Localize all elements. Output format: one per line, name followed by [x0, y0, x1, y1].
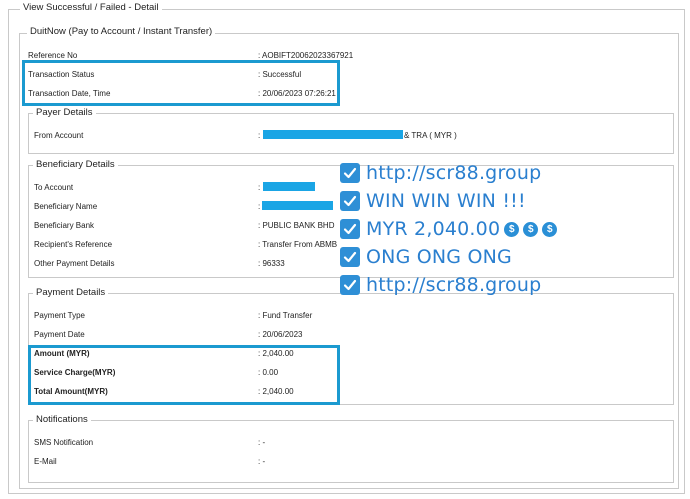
money-bag-icon: $: [504, 221, 520, 237]
check-icon: [340, 275, 360, 295]
payment-type-label: Payment Type: [34, 311, 85, 320]
overlay-text: http://scr88.group: [366, 162, 542, 184]
overlay-line-3: MYR 2,040.00 $ $ $: [340, 217, 558, 241]
from-account-redaction: [263, 130, 403, 139]
sms-notification-label: SMS Notification: [34, 438, 94, 447]
check-icon: [340, 191, 360, 211]
payment-date-value: : 20/06/2023: [258, 330, 303, 339]
overlay-text: ONG ONG ONG: [366, 246, 512, 268]
money-bag-icon: $: [542, 221, 558, 237]
check-icon: [340, 247, 360, 267]
from-account-label: From Account: [34, 131, 84, 140]
other-payment-details-label: Other Payment Details: [34, 259, 115, 268]
notifications-title: Notifications: [33, 414, 91, 426]
payment-date-label: Payment Date: [34, 330, 85, 339]
beneficiary-name-label: Beneficiary Name: [34, 202, 98, 211]
overlay-line-5: http://scr88.group: [340, 273, 541, 297]
sms-notification-value: : -: [258, 438, 266, 447]
duitnow-panel-title: DuitNow (Pay to Account / Instant Transf…: [27, 26, 216, 38]
from-account-prefix: :: [258, 131, 261, 140]
overlay-line-4: ONG ONG ONG: [340, 245, 512, 269]
amount-highlight-box: [28, 345, 340, 405]
money-bag-icon: $: [523, 221, 539, 237]
overlay-text: http://scr88.group: [366, 274, 542, 296]
status-highlight-box: [22, 60, 340, 106]
beneficiary-details-title: Beneficiary Details: [33, 159, 118, 171]
beneficiary-bank-label: Beneficiary Bank: [34, 221, 95, 230]
notifications-panel: [28, 420, 674, 483]
from-account-suffix: & TRA ( MYR ): [404, 131, 457, 140]
to-account-label: To Account: [34, 183, 74, 192]
beneficiary-name-redaction: [262, 201, 333, 210]
overlay-line-1: http://scr88.group: [340, 161, 541, 185]
to-account-prefix: :: [258, 183, 261, 192]
payer-details-title: Payer Details: [33, 107, 96, 119]
recipient-reference-label: Recipient's Reference: [34, 240, 113, 249]
email-label: E-Mail: [34, 457, 57, 466]
detail-panel-title: View Successful / Failed - Detail: [20, 2, 162, 14]
overlay-text: WIN WIN WIN !!!: [366, 190, 526, 212]
to-account-redaction: [263, 182, 315, 191]
check-icon: [340, 219, 360, 239]
payment-details-title: Payment Details: [33, 287, 109, 299]
overlay-text: MYR 2,040.00: [366, 218, 501, 240]
overlay-line-2: WIN WIN WIN !!!: [340, 189, 526, 213]
beneficiary-name-prefix: :: [258, 202, 261, 211]
check-icon: [340, 163, 360, 183]
email-value: : -: [258, 457, 266, 466]
beneficiary-bank-value: : PUBLIC BANK BHD: [258, 221, 335, 230]
other-payment-details-value: : 96333: [258, 259, 285, 268]
recipient-reference-value: : Transfer From ABMB: [258, 240, 338, 249]
payment-type-value: : Fund Transfer: [258, 311, 313, 320]
